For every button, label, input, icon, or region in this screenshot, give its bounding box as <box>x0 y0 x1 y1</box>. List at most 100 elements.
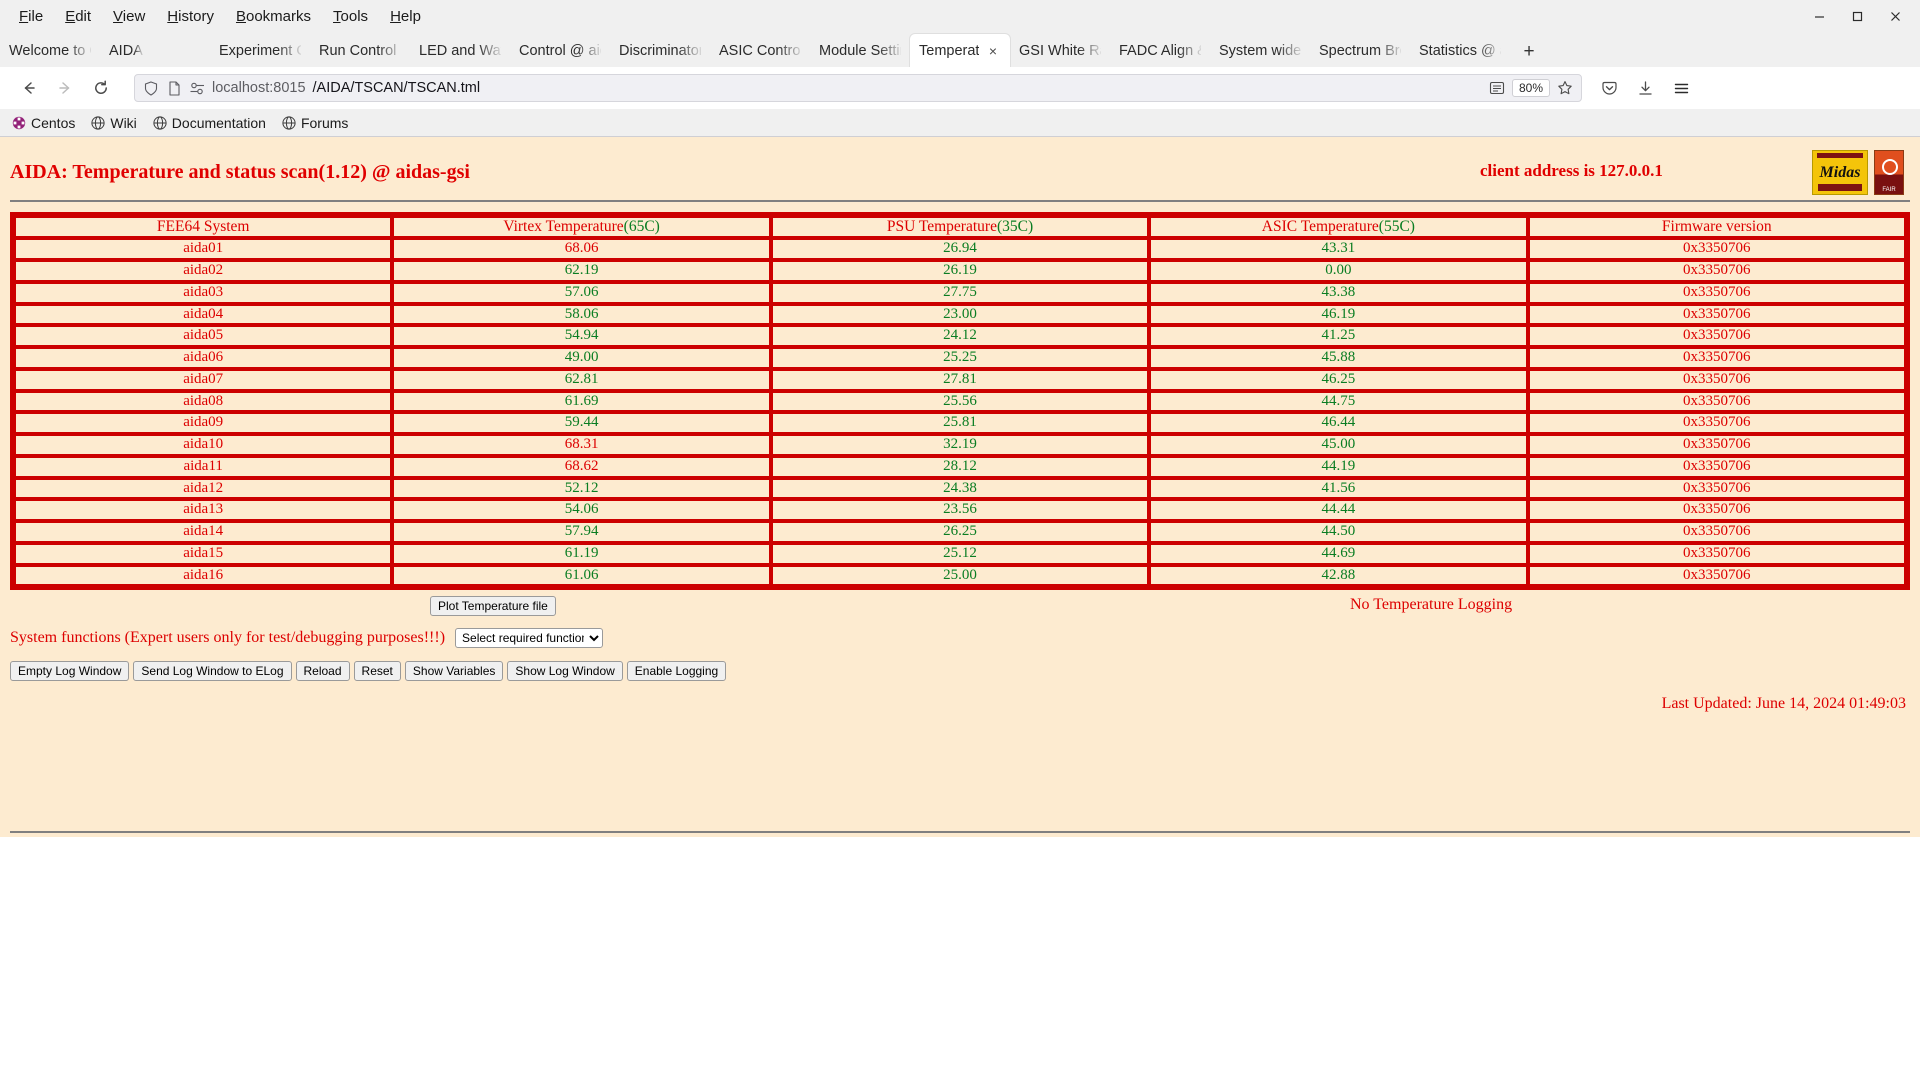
reader-view-icon[interactable] <box>1489 80 1505 96</box>
cell-firmware-version: 0x3350706 <box>1527 521 1906 543</box>
cell-firmware-version: 0x3350706 <box>1527 347 1906 369</box>
menu-file[interactable]: File <box>8 4 54 29</box>
tab-6[interactable]: Discriminator co <box>610 34 710 67</box>
cell-firmware-version: 0x3350706 <box>1527 542 1906 565</box>
tab-14[interactable]: Statistics @ aida <box>1410 34 1510 67</box>
permissions-icon[interactable] <box>189 80 205 96</box>
page-info-icon[interactable] <box>166 80 182 96</box>
maximize-icon[interactable] <box>1838 1 1876 31</box>
menu-help[interactable]: Help <box>379 4 432 29</box>
forward-arrow-icon[interactable] <box>48 72 82 104</box>
footer-divider <box>10 831 1910 833</box>
shield-icon[interactable] <box>143 80 159 96</box>
tab-12[interactable]: System wide Ch <box>1210 34 1310 67</box>
reset-button[interactable]: Reset <box>353 661 401 682</box>
tab-8[interactable]: Module Settings <box>810 34 910 67</box>
tab-4[interactable]: LED and Wavefo <box>410 34 510 67</box>
column-header-4: Firmware version <box>1527 216 1906 239</box>
table-controls: Plot Temperature file No Temperature Log… <box>10 596 1910 712</box>
minimize-icon[interactable] <box>1800 1 1838 31</box>
enable-logging-button[interactable]: Enable Logging <box>626 661 727 682</box>
tab-7[interactable]: ASIC Control @ <box>710 34 810 67</box>
pocket-icon[interactable] <box>1594 72 1624 104</box>
tab-label: System wide Ch <box>1219 42 1301 59</box>
show-log-window-button[interactable]: Show Log Window <box>507 661 623 682</box>
cell-virtex-temperature: 62.81 <box>392 368 771 391</box>
send-log-window-to-elog-button[interactable]: Send Log Window to ELog <box>133 661 292 682</box>
star-icon[interactable] <box>1557 80 1573 96</box>
table-row: aida08 61.69 25.56 44.75 0x3350706 <box>14 390 1906 413</box>
table-row: aida10 68.31 32.19 45.00 0x3350706 <box>14 434 1906 456</box>
show-variables-button[interactable]: Show Variables <box>404 661 504 682</box>
tab-label: Statistics @ aida <box>1419 42 1501 59</box>
cell-system: aida15 <box>14 542 393 565</box>
table-row: aida04 58.06 23.00 46.19 0x3350706 <box>14 303 1906 326</box>
bookmark-wiki[interactable]: Wiki <box>91 115 137 131</box>
table-row: aida14 57.94 26.25 44.50 0x3350706 <box>14 521 1906 543</box>
tab-0[interactable]: Welcome to Cent <box>0 34 100 67</box>
tab-1[interactable]: AIDA <box>100 34 210 67</box>
tab-label: Welcome to Cent <box>9 42 91 59</box>
column-header-3: ASIC Temperature(55C) <box>1149 216 1528 239</box>
downloads-icon[interactable] <box>1630 72 1660 104</box>
tab-close-icon[interactable]: × <box>985 43 1001 59</box>
menu-history[interactable]: History <box>156 4 225 29</box>
tab-label: FADC Align & Co <box>1119 42 1201 59</box>
cell-virtex-temperature: 68.31 <box>392 434 771 456</box>
table-row: aida02 62.19 26.19 0.00 0x3350706 <box>14 260 1906 282</box>
menu-bar: File Edit View History Bookmarks Tools Help <box>0 0 1920 32</box>
globe-icon <box>153 115 167 130</box>
cell-firmware-version: 0x3350706 <box>1527 303 1906 326</box>
cell-asic-temperature: 0.00 <box>1149 260 1528 282</box>
globe-icon <box>91 115 105 130</box>
table-row: aida06 49.00 25.25 45.88 0x3350706 <box>14 347 1906 369</box>
tab-label: Experiment Cont <box>219 42 301 59</box>
cell-psu-temperature: 25.00 <box>770 564 1150 587</box>
tab-5[interactable]: Control @ aidas <box>510 34 610 67</box>
menu-tools[interactable]: Tools <box>322 4 379 29</box>
column-header-name: PSU Temperature <box>886 218 997 235</box>
bookmark-documentation[interactable]: Documentation <box>153 115 266 131</box>
bookmark-centos[interactable]: Centos <box>12 115 75 131</box>
empty-log-window-button[interactable]: Empty Log Window <box>10 661 130 682</box>
reload-button[interactable]: Reload <box>295 661 350 682</box>
tab-11[interactable]: FADC Align & Co <box>1110 34 1210 67</box>
tab-9[interactable]: Temperature a × <box>910 34 1010 67</box>
cell-asic-temperature: 42.88 <box>1149 564 1528 587</box>
menu-bookmarks[interactable]: Bookmarks <box>225 4 322 29</box>
address-bar[interactable]: localhost:8015/AIDA/TSCAN/TSCAN.tml 80% <box>134 74 1582 102</box>
table-header-row: FEE64 System Virtex Temperature(65C) PSU T… <box>14 216 1906 239</box>
column-header-threshold: (35C) <box>996 218 1034 235</box>
tab-3[interactable]: Run Control @ a <box>310 34 410 67</box>
menu-view[interactable]: View <box>102 4 156 29</box>
cell-firmware-version: 0x3350706 <box>1527 412 1906 435</box>
cell-psu-temperature: 28.12 <box>770 455 1150 478</box>
close-icon[interactable] <box>1876 1 1914 31</box>
midas-logo: Midas <box>1812 150 1868 195</box>
bookmark-forums[interactable]: Forums <box>282 115 348 131</box>
cell-system: aida14 <box>14 521 393 543</box>
back-arrow-icon[interactable] <box>12 72 46 104</box>
cell-psu-temperature: 25.56 <box>770 390 1150 413</box>
new-tab-button[interactable]: + <box>1514 37 1544 67</box>
reload-icon[interactable] <box>84 72 118 104</box>
cell-psu-temperature: 24.38 <box>770 477 1150 500</box>
cell-asic-temperature: 44.75 <box>1149 390 1528 413</box>
cell-virtex-temperature: 61.69 <box>392 390 771 413</box>
column-header-name: Firmware version <box>1661 218 1772 235</box>
tab-2[interactable]: Experiment Cont <box>210 34 310 67</box>
cell-psu-temperature: 26.19 <box>770 260 1150 282</box>
tab-13[interactable]: Spectrum Brows <box>1310 34 1410 67</box>
tab-bar: Welcome to Cent AIDA Experiment Cont Run Co… <box>0 32 1920 67</box>
table-header: FEE64 System Virtex Temperature(65C) PSU T… <box>14 216 1906 239</box>
cell-system: aida03 <box>14 281 393 304</box>
hamburger-menu-icon[interactable] <box>1666 72 1696 104</box>
bookmark-label: Documentation <box>171 114 266 131</box>
tab-10[interactable]: GSI White Rabbi <box>1010 34 1110 67</box>
menu-edit[interactable]: Edit <box>54 4 102 29</box>
system-function-select[interactable]: Select required function <box>455 628 604 649</box>
cell-firmware-version: 0x3350706 <box>1527 281 1906 304</box>
cell-asic-temperature: 44.44 <box>1149 499 1528 522</box>
plot-temperature-file-button[interactable]: Plot Temperature file <box>430 596 556 617</box>
zoom-level-badge[interactable]: 80% <box>1511 79 1550 97</box>
